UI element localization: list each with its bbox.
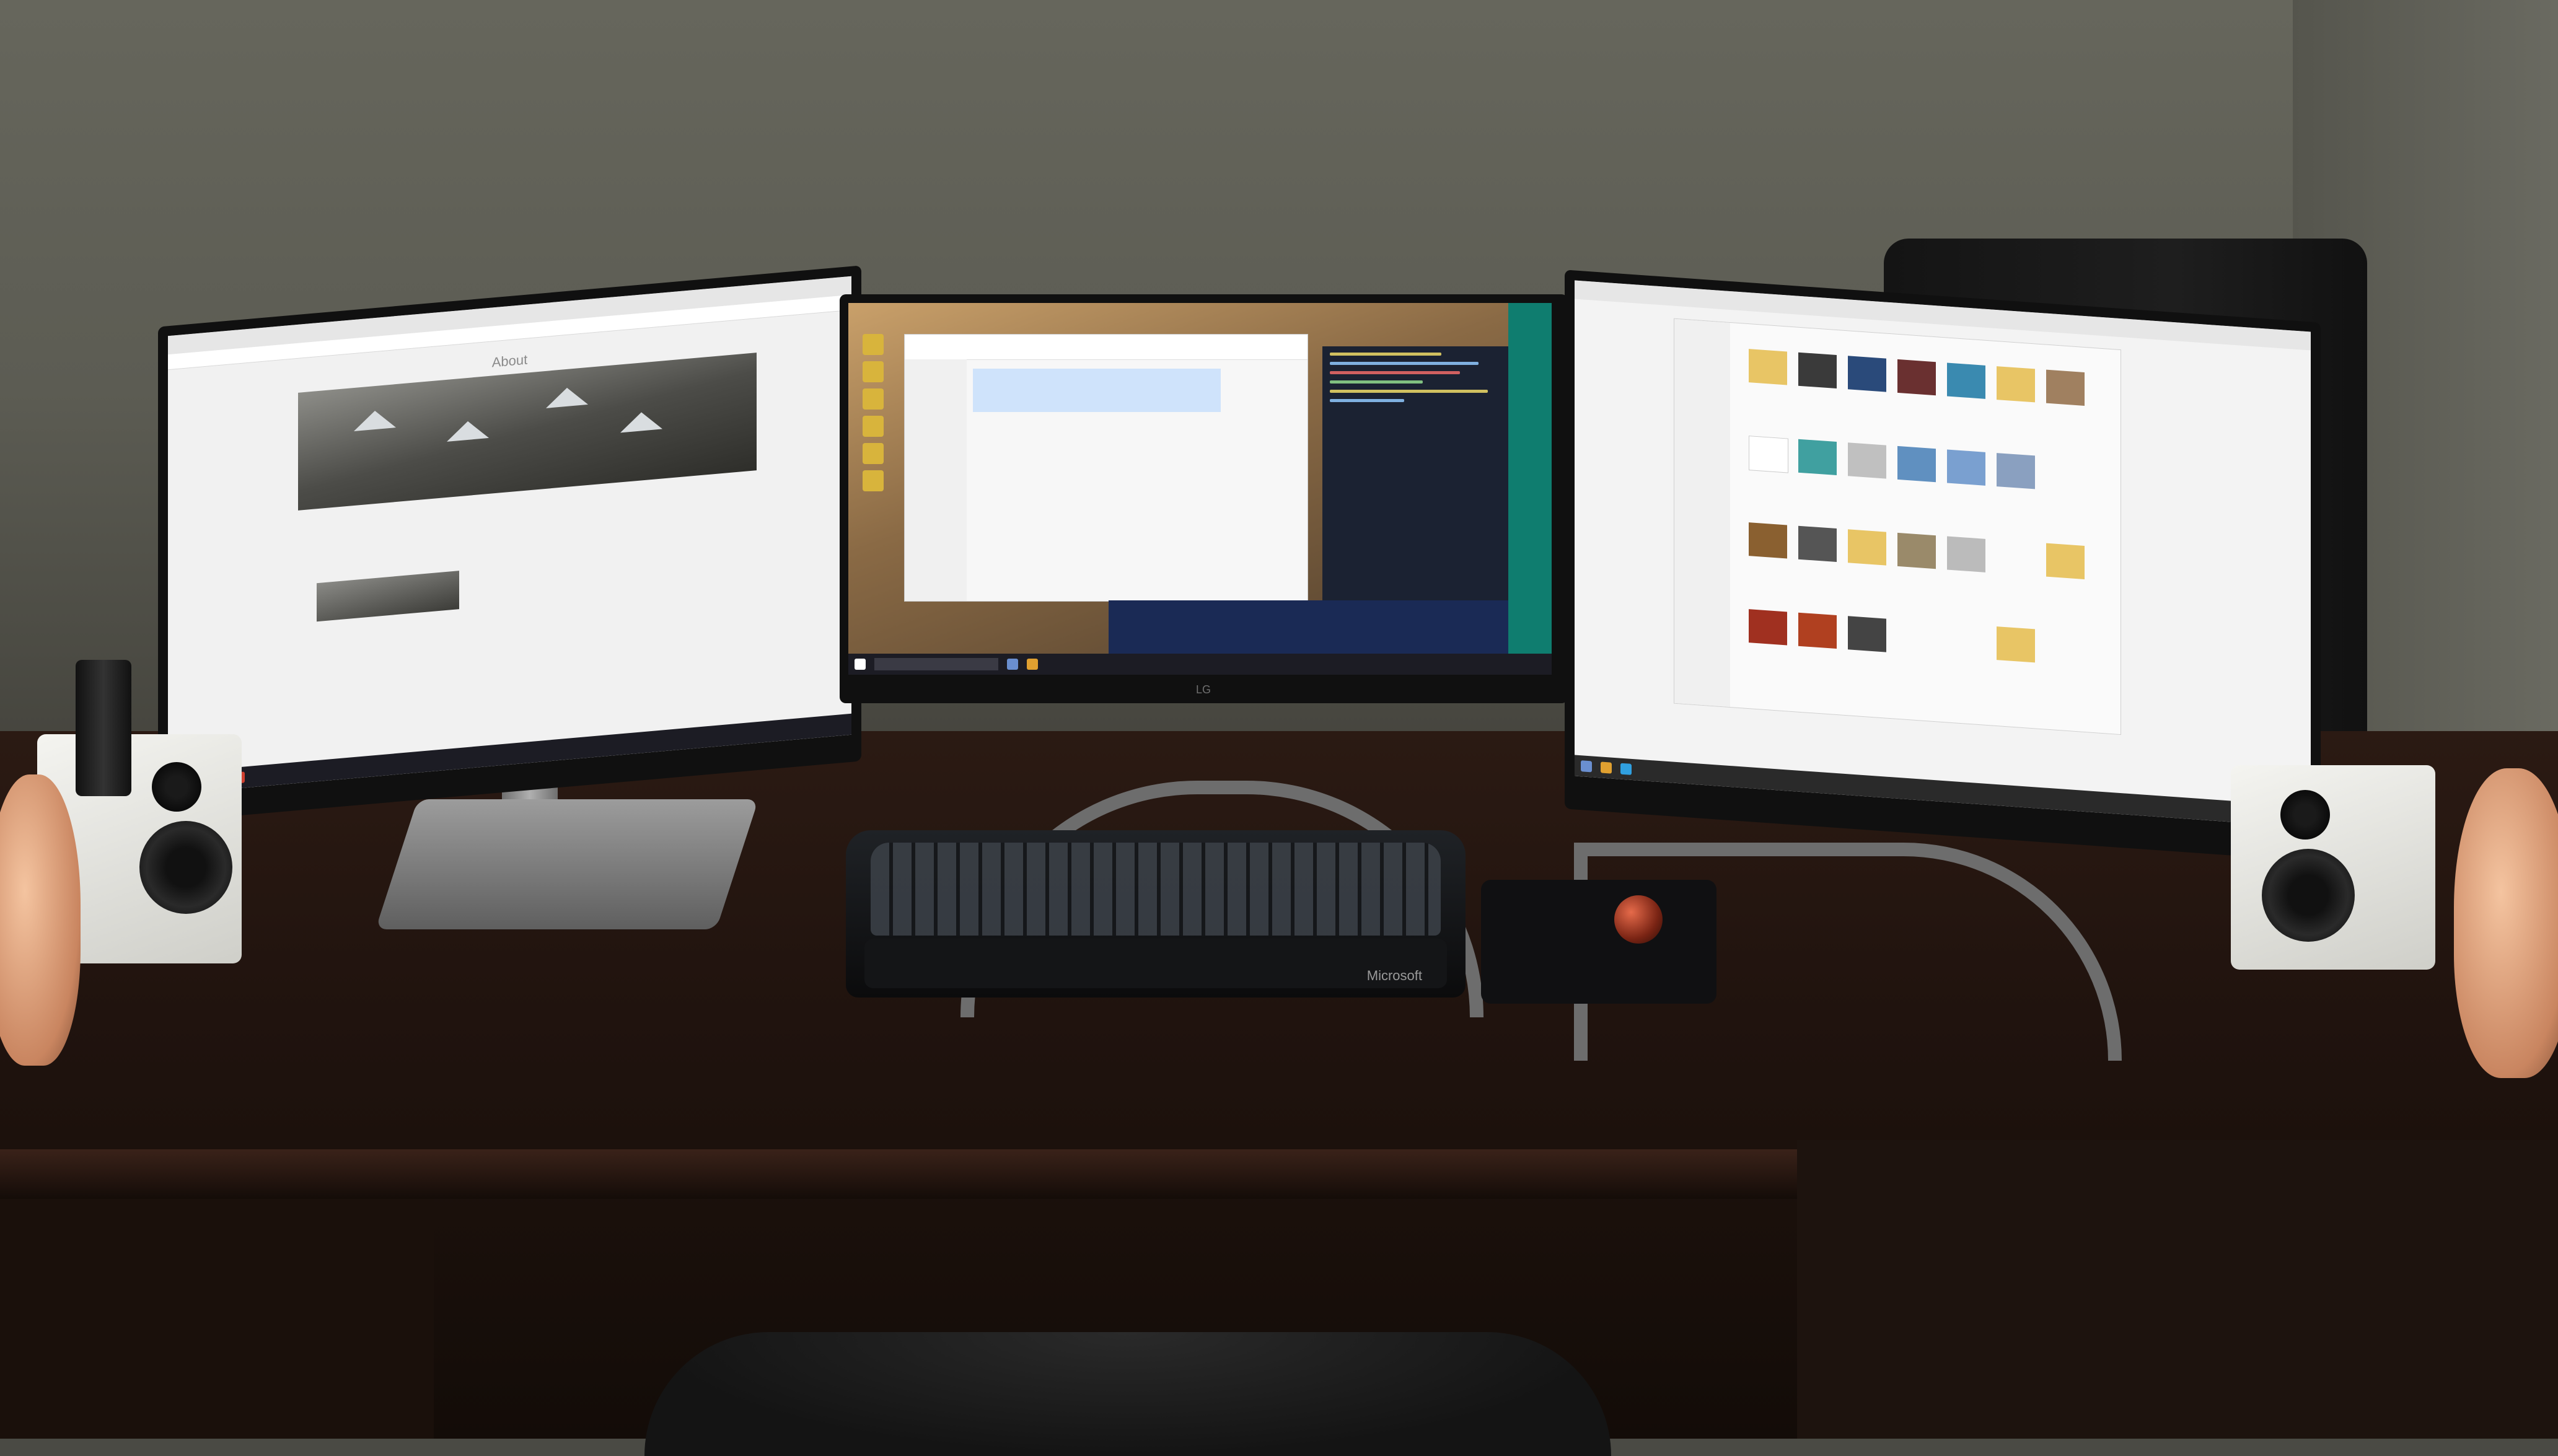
center-monitor: LG: [840, 294, 1568, 703]
folder-icon: [863, 388, 884, 410]
image-thumbnail: [1848, 616, 1886, 652]
explorer-nav-pane: [1674, 318, 1730, 708]
taskbar-app-icon: [1007, 659, 1018, 670]
left-monitor-screen: About: [168, 276, 851, 795]
image-thumbnail: [1897, 445, 1936, 483]
taskbar-app-icon: [1027, 659, 1038, 670]
taskbar-search-box: [874, 658, 998, 670]
teal-panel: [1508, 303, 1552, 675]
left-monitor-stand-base: [375, 799, 759, 929]
code-line: [1330, 362, 1479, 365]
explorer-nav-pane: [905, 359, 967, 601]
left-speaker-woofer: [139, 821, 232, 914]
image-thumbnail: [1897, 532, 1936, 569]
right-monitor-screen: [1575, 280, 2311, 828]
right-speaker-woofer: [2262, 849, 2355, 942]
code-line: [1330, 390, 1488, 393]
folder-icon: [863, 334, 884, 355]
right-taskbar: [1575, 755, 2311, 828]
trackball-mouse-base: [1481, 880, 1716, 1004]
skylight: [447, 419, 489, 442]
skylight: [620, 410, 662, 433]
image-thumbnail: [1749, 609, 1787, 646]
desktop-icons: [855, 328, 892, 498]
right-salt-lamp: [2454, 768, 2558, 1078]
image-thumbnail: [1749, 522, 1787, 559]
skylight: [546, 385, 588, 408]
image-thumbnail: [1848, 442, 1886, 479]
image-thumbnail: [1848, 356, 1886, 392]
left-speaker-tweeter: [152, 762, 201, 812]
bottle: [76, 660, 131, 796]
desk-return-right: [1797, 1140, 2558, 1439]
folder-icon: [863, 361, 884, 382]
image-thumbnail: [1947, 449, 1985, 486]
image-thumbnail: [1749, 436, 1788, 473]
folder-thumbnail: [1997, 626, 2035, 663]
taskbar-app-icon: [1581, 760, 1592, 773]
left-salt-lamp: [0, 774, 81, 1066]
trackball: [1614, 895, 1663, 944]
image-thumbnail: [1947, 362, 1985, 399]
right-monitor: LG: [1565, 270, 2321, 862]
terminal-panel: [1109, 600, 1508, 656]
file-explorer-window: [904, 334, 1308, 602]
image-thumbnail: [1798, 439, 1837, 476]
folder-icon: [863, 470, 884, 491]
image-thumbnail: [1798, 525, 1837, 563]
code-editor: [1322, 346, 1508, 638]
image-explorer-window: [1674, 318, 2121, 735]
code-line: [1330, 380, 1423, 384]
folder-thumbnail: [1997, 366, 2035, 403]
code-line: [1330, 371, 1460, 374]
desk-drawer-left: [0, 1199, 434, 1439]
taskbar-app-icon: [1620, 763, 1632, 775]
explorer-selected-rows: [973, 369, 1221, 412]
image-thumbnail: [1897, 359, 1936, 396]
right-speaker: [2231, 765, 2435, 970]
folder-icon: [863, 416, 884, 437]
folder-thumbnail: [1749, 349, 1787, 385]
chair-back: [644, 1332, 1611, 1456]
image-thumbnail: [1798, 352, 1837, 389]
image-thumbnail: [1947, 536, 1985, 572]
center-monitor-logo: LG: [1196, 683, 1211, 696]
image-thumbnail: [2046, 369, 2085, 406]
center-monitor-screen: [848, 303, 1552, 675]
start-icon: [855, 659, 866, 670]
folder-thumbnail: [1848, 529, 1886, 566]
code-line: [1330, 399, 1404, 402]
code-line: [1330, 353, 1441, 356]
keyboard-keys: [871, 843, 1441, 936]
folder-thumbnail: [2046, 543, 2085, 580]
keyboard: Microsoft: [846, 830, 1466, 998]
skylight: [354, 409, 396, 432]
left-monitor: About: [158, 265, 861, 823]
folder-icon: [863, 443, 884, 464]
center-taskbar: [848, 654, 1552, 675]
right-speaker-tweeter: [2280, 790, 2330, 840]
taskbar-app-icon: [1601, 761, 1612, 774]
image-thumbnail: [1798, 612, 1837, 649]
keyboard-brand: Microsoft: [1366, 968, 1422, 983]
explorer-ribbon: [905, 335, 1308, 360]
keyboard-palm-rest: [864, 939, 1447, 988]
image-thumbnail: [1997, 453, 2035, 489]
thumbnail-photo: [317, 571, 459, 622]
